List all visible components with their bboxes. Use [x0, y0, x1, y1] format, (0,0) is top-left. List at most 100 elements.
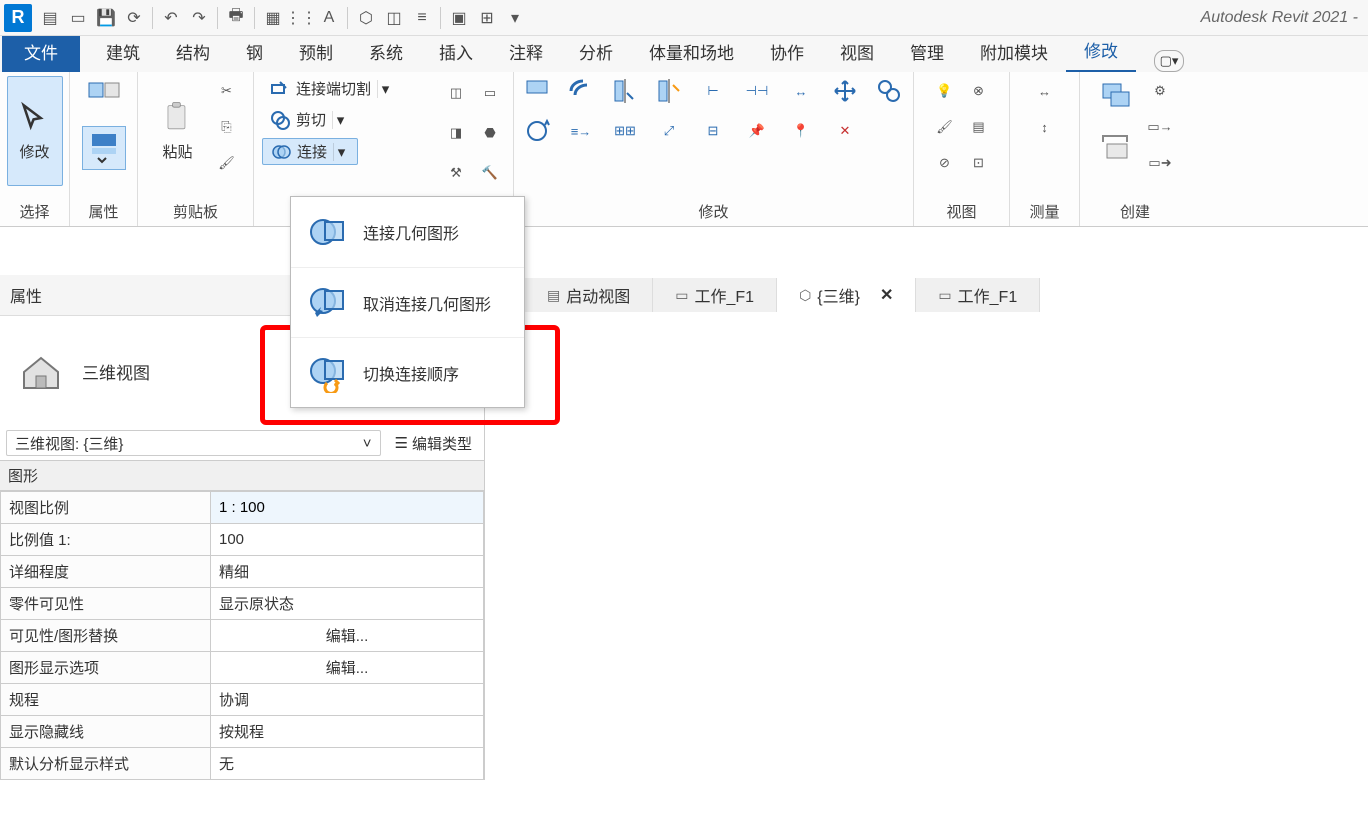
- text-icon[interactable]: A: [315, 4, 343, 32]
- menu-switch-join-order[interactable]: 切换连接顺序: [291, 337, 524, 407]
- tab-manage[interactable]: 管理: [892, 31, 962, 72]
- split-icon[interactable]: ⊟: [698, 116, 728, 146]
- aligned-dim-icon[interactable]: ↔: [1030, 76, 1060, 106]
- split-gap-icon[interactable]: ↔: [786, 76, 816, 106]
- tab-steel[interactable]: 钢: [228, 31, 281, 72]
- open-icon[interactable]: ▭: [64, 4, 92, 32]
- tab-analyze[interactable]: 分析: [561, 31, 631, 72]
- property-group-graphics[interactable]: 图形: [0, 460, 484, 491]
- edit-type-button[interactable]: ☰ 编辑类型: [389, 430, 478, 456]
- copy-icon[interactable]: ⎘: [212, 112, 242, 142]
- prop-value[interactable]: 显示原状态: [211, 588, 484, 620]
- trim-multiple-icon[interactable]: ≡→: [566, 116, 596, 146]
- paint-tool-icon[interactable]: 🖌: [930, 112, 960, 142]
- 3d-icon[interactable]: ⬡: [352, 4, 380, 32]
- close-icon[interactable]: ✕: [880, 285, 893, 305]
- match-icon[interactable]: 🖌: [212, 148, 242, 178]
- join-button[interactable]: 连接 ▾: [262, 138, 358, 165]
- paint-icon[interactable]: ⬣: [475, 118, 505, 148]
- tab-precast[interactable]: 预制: [281, 31, 351, 72]
- tab-annotate[interactable]: 注释: [491, 31, 561, 72]
- section-icon[interactable]: ◫: [380, 4, 408, 32]
- group-icon[interactable]: [1095, 126, 1139, 170]
- customize-icon[interactable]: ▾: [501, 4, 529, 32]
- wall-opening-icon[interactable]: ◫: [441, 78, 471, 108]
- create-parts-icon[interactable]: ▭→: [1145, 112, 1175, 142]
- measure-icon[interactable]: ▦: [259, 4, 287, 32]
- measure-tool-icon[interactable]: ↕: [1030, 112, 1060, 142]
- rotate-icon[interactable]: [522, 116, 552, 146]
- sync-icon[interactable]: ⟳: [120, 4, 148, 32]
- scale-input[interactable]: [219, 499, 475, 516]
- tab-structure[interactable]: 结构: [158, 31, 228, 72]
- trim-single-icon[interactable]: ⊣⊣: [742, 76, 772, 106]
- demolish-icon[interactable]: ⚒: [441, 158, 471, 188]
- close-hidden-icon[interactable]: ▣: [445, 4, 473, 32]
- coping-button[interactable]: 连接端切割 ▾: [262, 76, 401, 101]
- tab-file[interactable]: 文件: [2, 31, 80, 72]
- prop-value-button[interactable]: 编辑...: [211, 620, 484, 652]
- align-icon[interactable]: ⋮⋮: [287, 4, 315, 32]
- unpin-icon[interactable]: 📍: [786, 116, 816, 146]
- thin-lines-icon[interactable]: ≡: [408, 4, 436, 32]
- save-icon[interactable]: 💾: [92, 4, 120, 32]
- tab-systems[interactable]: 系统: [351, 31, 421, 72]
- type-selector[interactable]: 三维视图: {三维} ˅: [6, 430, 381, 456]
- viewtab-start[interactable]: ▤启动视图: [525, 278, 653, 312]
- delete-icon[interactable]: ✕: [830, 116, 860, 146]
- tab-collaborate[interactable]: 协作: [752, 31, 822, 72]
- copy-icon[interactable]: [874, 76, 904, 106]
- type-selector-icon[interactable]: [82, 126, 126, 170]
- redo-icon[interactable]: ↷: [185, 4, 213, 32]
- properties-icon[interactable]: [82, 76, 126, 120]
- tab-addins[interactable]: 附加模块: [962, 31, 1066, 72]
- prop-value[interactable]: 协调: [211, 684, 484, 716]
- viewtab-f1-2[interactable]: ▭工作_F1: [916, 278, 1040, 312]
- tab-architecture[interactable]: 建筑: [88, 31, 158, 72]
- offset-icon[interactable]: [566, 76, 596, 106]
- intersect-icon[interactable]: ⊗: [964, 76, 994, 106]
- mirror-draw-icon[interactable]: [654, 76, 684, 106]
- prop-value[interactable]: [211, 492, 484, 524]
- tab-insert[interactable]: 插入: [421, 31, 491, 72]
- tab-massing[interactable]: 体量和场地: [631, 31, 752, 72]
- viewtab-f1-1[interactable]: ▭工作_F1: [653, 278, 777, 312]
- paste-button[interactable]: 粘贴: [150, 76, 206, 186]
- chevron-down-icon[interactable]: ▾: [333, 143, 349, 161]
- chevron-down-icon[interactable]: ▾: [332, 111, 348, 129]
- linework-icon[interactable]: ▤: [964, 112, 994, 142]
- prop-value-button[interactable]: 编辑...: [211, 652, 484, 684]
- move-icon[interactable]: [830, 76, 860, 106]
- print-icon[interactable]: 🖶: [222, 4, 250, 32]
- prop-value[interactable]: 无: [211, 748, 484, 780]
- cut-button[interactable]: 剪切 ▾: [262, 107, 356, 132]
- mirror-pick-icon[interactable]: [610, 76, 640, 106]
- undo-icon[interactable]: ↶: [157, 4, 185, 32]
- viewtab-3d[interactable]: ⬡{三维}✕: [777, 278, 916, 312]
- modify-button[interactable]: 修改: [7, 76, 63, 186]
- cope-icon[interactable]: ▭: [475, 78, 505, 108]
- override-icon[interactable]: ⊡: [964, 148, 994, 178]
- hide-icon[interactable]: ⊘: [930, 148, 960, 178]
- info-icon[interactable]: ▢▾: [1154, 50, 1184, 72]
- menu-join-geometry[interactable]: 连接几何图形: [291, 197, 524, 267]
- prop-value[interactable]: 精细: [211, 556, 484, 588]
- split-face-icon[interactable]: ◨: [441, 118, 471, 148]
- menu-unjoin-geometry[interactable]: 取消连接几何图形: [291, 267, 524, 337]
- prop-value[interactable]: 按规程: [211, 716, 484, 748]
- array-icon[interactable]: ⊞⊞: [610, 116, 640, 146]
- create-similar-icon[interactable]: [1095, 76, 1139, 120]
- trim-corner-icon[interactable]: ⊢: [698, 76, 728, 106]
- create-group-icon[interactable]: ▭➜: [1145, 148, 1175, 178]
- chevron-down-icon[interactable]: ▾: [377, 80, 393, 98]
- switch-windows-icon[interactable]: ⊞: [473, 4, 501, 32]
- pin-icon[interactable]: 📌: [742, 116, 772, 146]
- scale-icon[interactable]: ⤢: [654, 116, 684, 146]
- lightbulb-icon[interactable]: 💡: [930, 76, 960, 106]
- align-icon[interactable]: [522, 76, 552, 106]
- create-assembly-icon[interactable]: ⚙: [1145, 76, 1175, 106]
- new-icon[interactable]: ▤: [36, 4, 64, 32]
- tab-view[interactable]: 视图: [822, 31, 892, 72]
- hammer-icon[interactable]: 🔨: [475, 158, 505, 188]
- cut-icon[interactable]: ✂: [212, 76, 242, 106]
